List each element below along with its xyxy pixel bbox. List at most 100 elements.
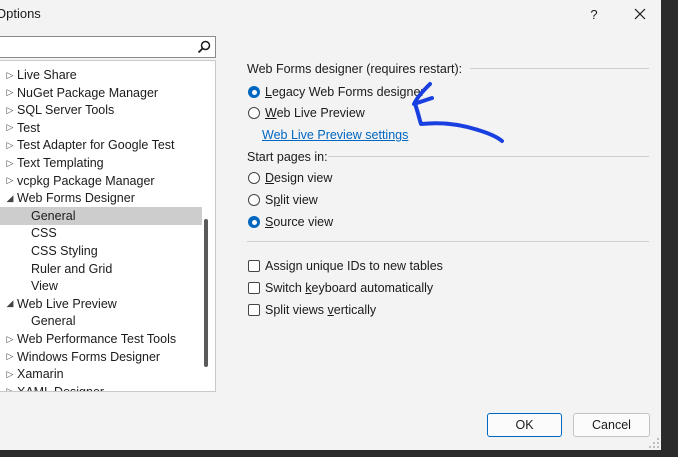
help-button[interactable]: ? xyxy=(580,0,608,28)
designer-section-header: Web Forms designer (requires restart): xyxy=(247,62,462,76)
tree-item-label: Test xyxy=(17,120,40,135)
designer-section-label: Web Forms designer (requires restart): xyxy=(247,62,463,76)
search-input[interactable] xyxy=(0,36,216,58)
checkbox-indicator xyxy=(248,282,260,294)
tree-item[interactable]: Ruler and Grid xyxy=(0,260,202,278)
collapsed-arrow-icon[interactable]: ▷ xyxy=(3,70,17,81)
tree-item[interactable]: ▷ SQL Server Tools xyxy=(0,101,202,119)
collapsed-arrow-icon[interactable]: ▷ xyxy=(3,175,17,186)
checkbox-assign-unique-ids[interactable]: Assign unique IDs to new tables xyxy=(248,259,443,273)
checkbox-label: Switch keyboard automatically xyxy=(265,281,434,295)
tree-item[interactable]: ▷ Xamarin xyxy=(0,365,202,383)
tree-scrollbar-thumb[interactable] xyxy=(204,219,208,367)
tree-item[interactable]: General xyxy=(0,206,202,225)
help-label: ? xyxy=(590,6,598,22)
close-button[interactable] xyxy=(625,0,655,28)
radio-label: Source view xyxy=(265,215,334,229)
tree-item[interactable]: ▷ Test Adapter for Google Test xyxy=(0,136,202,154)
collapsed-arrow-icon[interactable]: ▷ xyxy=(3,386,17,391)
tree-item-label: Live Share xyxy=(17,68,77,82)
radio-split-view[interactable]: Split view xyxy=(248,193,318,207)
ok-label: OK xyxy=(515,418,534,432)
start-pages-header: Start pages in: xyxy=(247,150,328,164)
tree-item-label: CSS xyxy=(31,226,57,241)
collapsed-arrow-icon[interactable]: ▷ xyxy=(3,105,17,116)
radio-label: Split view xyxy=(265,193,318,207)
radio-web-live-preview[interactable]: Web Live Preview xyxy=(248,106,365,120)
tree-item[interactable]: General xyxy=(0,312,202,330)
radio-indicator xyxy=(248,107,260,119)
designer-divider xyxy=(470,68,649,69)
checkbox-divider xyxy=(247,241,649,242)
expanded-arrow-icon[interactable]: ◢ xyxy=(3,193,17,204)
tree-item[interactable]: ▷ Text Templating xyxy=(0,154,202,172)
close-icon xyxy=(634,8,646,20)
checkbox-indicator xyxy=(248,260,260,272)
tree-item[interactable]: ▷ Test xyxy=(0,119,202,137)
radio-label: Design view xyxy=(265,171,333,185)
collapsed-arrow-icon[interactable]: ▷ xyxy=(3,122,17,133)
tree-item-label: General xyxy=(31,208,76,223)
tree-item[interactable]: ◢ Web Forms Designer xyxy=(0,189,202,207)
tree-item-label: Test Adapter for Google Test xyxy=(17,138,175,153)
tree-item-label: Windows Forms Designer xyxy=(17,349,161,364)
tree-item[interactable]: View xyxy=(0,277,202,295)
tree-item[interactable]: ▷ NuGet Package Manager xyxy=(0,84,202,102)
tree-item[interactable]: ▷ XAML Designer xyxy=(0,383,202,392)
annotation-arrow xyxy=(412,82,504,143)
search-icon[interactable] xyxy=(196,39,212,55)
radio-design-view[interactable]: Design view xyxy=(248,171,332,185)
collapsed-arrow-icon[interactable]: ▷ xyxy=(3,334,17,345)
radio-indicator xyxy=(248,86,260,98)
tree-item[interactable]: ▷ Live Share xyxy=(0,66,202,84)
tree-item-label: Text Templating xyxy=(17,156,104,170)
tree-item[interactable]: ◢ Web Live Preview xyxy=(0,295,202,313)
checkbox-switch-keyboard[interactable]: Switch keyboard automatically xyxy=(248,281,433,295)
tree-item-label: CSS Styling xyxy=(31,244,98,258)
window-title: Options xyxy=(0,6,41,21)
cancel-label: Cancel xyxy=(592,418,631,432)
start-pages-divider xyxy=(328,156,649,157)
options-dialog: Options ? ▷ Live Share ▷ NuGet Package Mana… xyxy=(0,0,661,450)
tree-item[interactable]: CSS Styling xyxy=(0,242,202,260)
collapsed-arrow-icon[interactable]: ▷ xyxy=(3,369,17,380)
radio-label: Web Live Preview xyxy=(265,106,365,120)
tree-item-label: Web Forms Designer xyxy=(17,191,135,206)
checkbox-label: Assign unique IDs to new tables xyxy=(265,259,443,273)
tree-item-label: Web Performance Test Tools xyxy=(17,332,177,346)
tree-item[interactable]: ▷ Web Performance Test Tools xyxy=(0,330,202,348)
options-tree[interactable]: ▷ Live Share ▷ NuGet Package Manager ▷ SQL Se… xyxy=(0,60,216,392)
background-edge-right xyxy=(661,0,678,457)
checkbox-indicator xyxy=(248,304,260,316)
radio-source-view[interactable]: Source view xyxy=(248,215,333,229)
tree-item-label: View xyxy=(31,279,58,294)
tree-item[interactable]: ▷ vcpkg Package Manager xyxy=(0,172,202,190)
start-pages-label: Start pages in: xyxy=(247,150,328,164)
tree-item-label: SQL Server Tools xyxy=(17,103,115,118)
tree-item-label: XAML Designer xyxy=(17,384,105,392)
tree-item-label: Ruler and Grid xyxy=(31,261,113,276)
tree-item-label: NuGet Package Manager xyxy=(17,85,159,100)
expanded-arrow-icon[interactable]: ◢ xyxy=(3,298,17,309)
title-bar: Options ? xyxy=(0,0,661,28)
collapsed-arrow-icon[interactable]: ▷ xyxy=(3,158,17,169)
checkbox-split-views-vertically[interactable]: Split views vertically xyxy=(248,303,376,317)
tree-item-label: Web Live Preview xyxy=(17,296,117,311)
resize-grip-icon[interactable] xyxy=(648,437,660,449)
checkbox-label: Split views vertically xyxy=(265,303,377,317)
ok-button[interactable]: OK xyxy=(487,413,562,437)
web-live-preview-settings-link[interactable]: Web Live Preview settings xyxy=(262,128,408,142)
collapsed-arrow-icon[interactable]: ▷ xyxy=(3,87,17,98)
tree-item[interactable]: ▷ Windows Forms Designer xyxy=(0,348,202,366)
collapsed-arrow-icon[interactable]: ▷ xyxy=(3,351,17,362)
tree-item-label: General xyxy=(31,314,76,329)
tree-item-label: Xamarin xyxy=(17,367,64,382)
radio-legacy-designer[interactable]: Legacy Web Forms designer xyxy=(248,85,425,99)
cancel-button[interactable]: Cancel xyxy=(573,413,650,437)
collapsed-arrow-icon[interactable]: ▷ xyxy=(3,140,17,151)
radio-indicator xyxy=(248,194,260,206)
background-edge-bottom xyxy=(0,450,678,457)
tree-item[interactable]: CSS xyxy=(0,224,202,242)
tree-item-label: vcpkg Package Manager xyxy=(17,173,155,188)
radio-indicator xyxy=(248,172,260,184)
